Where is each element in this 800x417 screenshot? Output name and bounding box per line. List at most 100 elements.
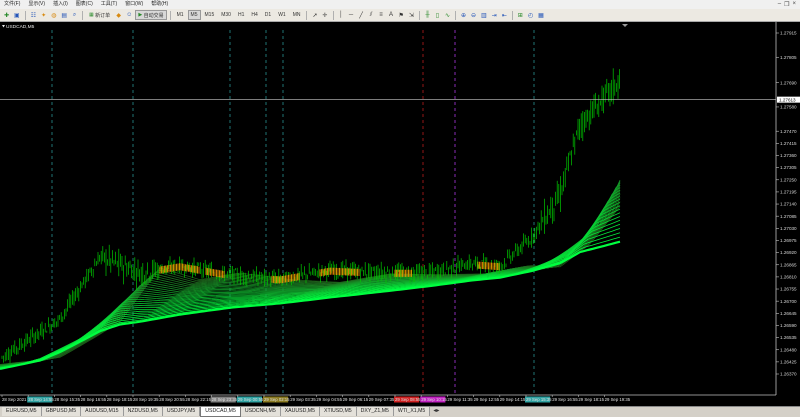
tf-m5[interactable]: M5 (187, 10, 201, 20)
time-tick-label: 29 Sep 16:55 (552, 397, 578, 402)
time-tick-label: 29 Sep 11:35 (447, 397, 473, 402)
auto-trading-button[interactable]: ▶ 自动交易 (135, 10, 167, 20)
time-tick-label: 28 Sep 14:55 (28, 397, 54, 402)
time-tick-label: 28 Sep 16:55 (81, 397, 107, 402)
tf-mn[interactable]: MN (290, 10, 304, 20)
tf-m30[interactable]: M30 (218, 10, 234, 20)
new-order-label: 新订单 (95, 12, 111, 19)
chart-tab[interactable]: AUDUSD,M15 (81, 407, 124, 416)
templates-icon[interactable]: ▦ (536, 10, 546, 20)
shapes-icon[interactable]: ⇲ (407, 10, 416, 20)
chart-tab[interactable]: USDCNH,M5 (240, 407, 281, 416)
trendline-icon[interactable]: ╱ (357, 10, 366, 20)
indicators-icon[interactable]: ⊞ (516, 10, 525, 20)
menu-insert[interactable]: 插入(I) (49, 0, 72, 9)
restore-icon[interactable]: ❐ (784, 1, 789, 8)
chart-tab[interactable]: NZDUSD,M5 (123, 407, 163, 416)
time-tick-label: 28 Sep 15:35 (54, 397, 80, 402)
time-tick-label: 29 Sep 03:35 (290, 397, 316, 402)
price-tick-label: 1.26370 (780, 372, 797, 377)
time-tick-label: 29 Sep 04:55 (316, 397, 342, 402)
tab-scroll-icon[interactable]: ◂▸ (433, 407, 439, 416)
chart-window-usdcad[interactable]: 1.27915 1.27805 1.27690 1.27580 1.27470 1.274… (0, 22, 800, 406)
close-icon[interactable]: × (792, 1, 796, 8)
new-order-button[interactable]: ▦ 新订单 (86, 10, 113, 20)
price-tick-label: 1.26645 (780, 311, 797, 316)
fibonacci-icon[interactable]: ≡ (377, 10, 386, 20)
price-tick-label: 1.27030 (780, 226, 797, 231)
menu-help[interactable]: 帮助(H) (147, 0, 172, 9)
auto-trading-label: 自动交易 (143, 12, 164, 19)
toolbar-separator (306, 10, 308, 20)
tf-w1[interactable]: W1 (275, 10, 289, 20)
menu-charts[interactable]: 图表(C) (72, 0, 97, 9)
menu-file[interactable]: 文件(F) (0, 0, 24, 9)
profiles-icon[interactable]: ▣ (12, 10, 22, 20)
bar-chart-icon[interactable]: ╫ (423, 10, 432, 20)
crosshair-icon[interactable]: ✛ (321, 10, 330, 20)
tester-icon[interactable]: ⌕ (70, 10, 79, 20)
time-tick-label: 29 Sep 19:35 (605, 397, 631, 402)
price-chart[interactable]: 1.27915 1.27805 1.27690 1.27580 1.27470 1.274… (0, 22, 800, 406)
navigator-icon[interactable]: ◍ (49, 10, 58, 20)
autoscroll-icon[interactable]: ⇥ (490, 10, 499, 20)
price-tick-label: 1.26480 (780, 347, 797, 352)
chart-tab[interactable]: DXY_Z1,M5 (356, 407, 394, 416)
chart-tab[interactable]: EURUSD,M5 (2, 407, 42, 416)
chart-tab[interactable]: WTI_X1,M5 (393, 407, 431, 416)
channel-icon[interactable]: ⫽ (367, 10, 376, 20)
price-tick-label: 1.26755 (780, 287, 797, 292)
terminal-icon[interactable]: ▤ (59, 10, 69, 20)
window-controls: – ❐ × (778, 1, 800, 8)
toolbar-separator (24, 10, 26, 20)
label-icon[interactable]: ⚑ (397, 10, 406, 20)
chart-tab[interactable]: GBPUSD,M5 (41, 407, 82, 416)
chart-tab[interactable]: USDJPY,M5 (162, 407, 201, 416)
chart-background (0, 22, 800, 406)
horizontal-line-icon[interactable]: ─ (347, 10, 356, 20)
price-tick-label: 1.27195 (780, 190, 797, 195)
price-tick-label: 1.27140 (780, 202, 797, 207)
time-tick-label: 28 Sep 20:55 (159, 397, 185, 402)
price-tick-label: 1.27915 (780, 31, 797, 36)
price-tick-label: 1.26920 (780, 250, 797, 255)
market-watch-icon[interactable]: ☷ (29, 10, 38, 20)
menu-tools[interactable]: 工具(T) (97, 0, 121, 9)
data-window-icon[interactable]: ✦ (39, 10, 48, 20)
cursor-icon[interactable]: ➚ (310, 10, 319, 20)
chart-tab[interactable]: USDCAD,M5 (200, 407, 241, 417)
current-price-label: 1.27613 (779, 97, 796, 102)
line-chart-icon[interactable]: ∿ (443, 10, 452, 20)
text-icon[interactable]: A (387, 10, 396, 20)
price-tick-label: 1.27250 (780, 177, 797, 182)
price-tick-label: 1.27470 (780, 129, 797, 134)
tf-h4[interactable]: H4 (248, 10, 260, 20)
chart-shift-icon[interactable]: ⇤ (500, 10, 509, 20)
chart-tab[interactable]: XTIUSD,M5 (319, 407, 357, 416)
price-tick-label: 1.26425 (780, 359, 797, 364)
expert-icon[interactable]: ☺ (124, 10, 134, 20)
menu-view[interactable]: 显示(V) (24, 0, 49, 9)
toolbar: ✚ ▣ ☷ ✦ ◍ ▤ ⌕ ▦ 新订单 ◆ ☺ ▶ 自动交易 M1 M5 M15… (0, 9, 800, 22)
zoom-out-icon[interactable]: ⊖ (469, 10, 478, 20)
chart-tab[interactable]: XAUUSD,M5 (280, 407, 320, 416)
toolbar-separator (418, 10, 420, 20)
tf-m15[interactable]: M15 (202, 10, 218, 20)
tile-windows-icon[interactable]: ▥ (479, 10, 489, 20)
tf-d1[interactable]: D1 (262, 10, 274, 20)
toolbar-separator (454, 10, 456, 20)
tf-h1[interactable]: H1 (235, 10, 247, 20)
new-chart-icon[interactable]: ✚ (2, 10, 11, 20)
price-tick-label: 1.27805 (780, 55, 797, 60)
candle-chart-icon[interactable]: ▯ (433, 10, 442, 20)
menu-window[interactable]: 窗口(W) (121, 0, 147, 9)
vertical-line-icon[interactable]: │ (337, 10, 346, 20)
minimize-icon[interactable]: – (778, 1, 781, 8)
tf-m1[interactable]: M1 (174, 10, 187, 20)
zoom-in-icon[interactable]: ⊕ (459, 10, 468, 20)
toolbar-separator (511, 10, 513, 20)
periods-icon[interactable]: ◴ (526, 10, 535, 20)
metaeditor-icon[interactable]: ◆ (114, 10, 123, 20)
price-tick-label: 1.27415 (780, 141, 797, 146)
price-tick-label: 1.26535 (780, 335, 797, 340)
